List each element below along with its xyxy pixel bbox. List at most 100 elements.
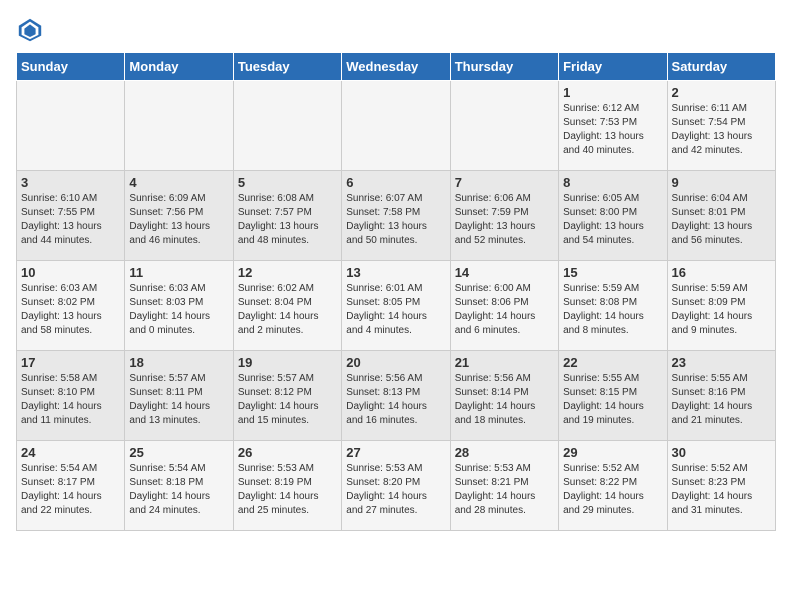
cell-info: Sunrise: 5:55 AM Sunset: 8:15 PM Dayligh… [563, 372, 662, 428]
cell-info: Sunrise: 6:03 AM Sunset: 8:03 PM Dayligh… [129, 282, 228, 338]
calendar-cell: 22 Sunrise: 5:55 AM Sunset: 8:15 PM Dayli… [559, 351, 667, 441]
day-number: 9 [672, 175, 771, 190]
calendar-cell: 23 Sunrise: 5:55 AM Sunset: 8:16 PM Dayli… [667, 351, 775, 441]
logo [16, 16, 48, 44]
calendar-body: 1 Sunrise: 6:12 AM Sunset: 7:53 PM Daylig… [17, 81, 776, 531]
calendar-cell: 21 Sunrise: 5:56 AM Sunset: 8:14 PM Dayli… [450, 351, 558, 441]
cell-info: Sunrise: 6:03 AM Sunset: 8:02 PM Dayligh… [21, 282, 120, 338]
day-number: 8 [563, 175, 662, 190]
cell-info: Sunrise: 6:10 AM Sunset: 7:55 PM Dayligh… [21, 192, 120, 248]
calendar-cell: 3 Sunrise: 6:10 AM Sunset: 7:55 PM Daylig… [17, 171, 125, 261]
weekday-header: Sunday [17, 53, 125, 81]
logo-icon [16, 16, 44, 44]
calendar-cell: 18 Sunrise: 5:57 AM Sunset: 8:11 PM Dayli… [125, 351, 233, 441]
day-number: 21 [455, 355, 554, 370]
calendar-cell: 26Sunrise: 5:53 AM Sunset: 8:19 PM Dayli… [233, 441, 341, 531]
cell-info: Sunrise: 6:01 AM Sunset: 8:05 PM Dayligh… [346, 282, 445, 338]
cell-info: Sunrise: 5:58 AM Sunset: 8:10 PM Dayligh… [21, 372, 120, 428]
cell-info: Sunrise: 5:59 AM Sunset: 8:08 PM Dayligh… [563, 282, 662, 338]
day-number: 1 [563, 85, 662, 100]
calendar-cell: 7 Sunrise: 6:06 AM Sunset: 7:59 PM Daylig… [450, 171, 558, 261]
weekday-row: SundayMondayTuesdayWednesdayThursdayFrid… [17, 53, 776, 81]
day-number: 26 [238, 445, 337, 460]
calendar-cell: 24 Sunrise: 5:54 AM Sunset: 8:17 PM Dayli… [17, 441, 125, 531]
cell-info: Sunrise: 5:53 AM Sunset: 8:21 PM Dayligh… [455, 462, 554, 518]
day-number: 18 [129, 355, 228, 370]
cell-info: Sunrise: 6:05 AM Sunset: 8:00 PM Dayligh… [563, 192, 662, 248]
calendar-cell: 14Sunrise: 6:00 AM Sunset: 8:06 PM Dayli… [450, 261, 558, 351]
cell-info: Sunrise: 5:54 AM Sunset: 8:17 PM Dayligh… [21, 462, 120, 518]
calendar-cell: 19 Sunrise: 5:57 AM Sunset: 8:12 PM Dayli… [233, 351, 341, 441]
calendar-cell: 6 Sunrise: 6:07 AM Sunset: 7:58 PM Daylig… [342, 171, 450, 261]
calendar-cell: 20 Sunrise: 5:56 AM Sunset: 8:13 PM Dayli… [342, 351, 450, 441]
cell-info: Sunrise: 6:00 AM Sunset: 8:06 PM Dayligh… [455, 282, 554, 338]
day-number: 10 [21, 265, 120, 280]
day-number: 23 [672, 355, 771, 370]
calendar-cell: 17 Sunrise: 5:58 AM Sunset: 8:10 PM Dayli… [17, 351, 125, 441]
day-number: 12 [238, 265, 337, 280]
weekday-header: Saturday [667, 53, 775, 81]
day-number: 3 [21, 175, 120, 190]
calendar-cell: 27 Sunrise: 5:53 AM Sunset: 8:20 PM Dayli… [342, 441, 450, 531]
day-number: 20 [346, 355, 445, 370]
calendar-cell: 8 Sunrise: 6:05 AM Sunset: 8:00 PM Daylig… [559, 171, 667, 261]
calendar-cell [342, 81, 450, 171]
cell-info: Sunrise: 6:04 AM Sunset: 8:01 PM Dayligh… [672, 192, 771, 248]
day-number: 11 [129, 265, 228, 280]
day-number: 28 [455, 445, 554, 460]
cell-info: Sunrise: 5:57 AM Sunset: 8:12 PM Dayligh… [238, 372, 337, 428]
day-number: 6 [346, 175, 445, 190]
day-number: 30 [672, 445, 771, 460]
calendar-week-row: 10 Sunrise: 6:03 AM Sunset: 8:02 PM Dayli… [17, 261, 776, 351]
cell-info: Sunrise: 6:12 AM Sunset: 7:53 PM Dayligh… [563, 102, 662, 158]
day-number: 15 [563, 265, 662, 280]
weekday-header: Monday [125, 53, 233, 81]
weekday-header: Friday [559, 53, 667, 81]
cell-info: Sunrise: 5:55 AM Sunset: 8:16 PM Dayligh… [672, 372, 771, 428]
day-number: 16 [672, 265, 771, 280]
calendar-cell: 16 Sunrise: 5:59 AM Sunset: 8:09 PM Dayli… [667, 261, 775, 351]
day-number: 19 [238, 355, 337, 370]
calendar-header: SundayMondayTuesdayWednesdayThursdayFrid… [17, 53, 776, 81]
calendar-cell [233, 81, 341, 171]
calendar-cell [125, 81, 233, 171]
calendar-cell: 30Sunrise: 5:52 AM Sunset: 8:23 PM Dayli… [667, 441, 775, 531]
day-number: 4 [129, 175, 228, 190]
day-number: 7 [455, 175, 554, 190]
calendar-cell: 15 Sunrise: 5:59 AM Sunset: 8:08 PM Dayli… [559, 261, 667, 351]
cell-info: Sunrise: 5:54 AM Sunset: 8:18 PM Dayligh… [129, 462, 228, 518]
cell-info: Sunrise: 6:07 AM Sunset: 7:58 PM Dayligh… [346, 192, 445, 248]
cell-info: Sunrise: 5:56 AM Sunset: 8:14 PM Dayligh… [455, 372, 554, 428]
calendar-cell: 9 Sunrise: 6:04 AM Sunset: 8:01 PM Daylig… [667, 171, 775, 261]
cell-info: Sunrise: 5:53 AM Sunset: 8:20 PM Dayligh… [346, 462, 445, 518]
day-number: 22 [563, 355, 662, 370]
calendar-cell: 25Sunrise: 5:54 AM Sunset: 8:18 PM Dayli… [125, 441, 233, 531]
day-number: 17 [21, 355, 120, 370]
day-number: 24 [21, 445, 120, 460]
day-number: 27 [346, 445, 445, 460]
day-number: 29 [563, 445, 662, 460]
cell-info: Sunrise: 6:11 AM Sunset: 7:54 PM Dayligh… [672, 102, 771, 158]
calendar-cell: 1 Sunrise: 6:12 AM Sunset: 7:53 PM Daylig… [559, 81, 667, 171]
calendar-cell [450, 81, 558, 171]
calendar-cell: 28 Sunrise: 5:53 AM Sunset: 8:21 PM Dayli… [450, 441, 558, 531]
weekday-header: Thursday [450, 53, 558, 81]
cell-info: Sunrise: 5:56 AM Sunset: 8:13 PM Dayligh… [346, 372, 445, 428]
cell-info: Sunrise: 5:52 AM Sunset: 8:22 PM Dayligh… [563, 462, 662, 518]
weekday-header: Wednesday [342, 53, 450, 81]
calendar-table: SundayMondayTuesdayWednesdayThursdayFrid… [16, 52, 776, 531]
calendar-cell [17, 81, 125, 171]
calendar-cell: 29 Sunrise: 5:52 AM Sunset: 8:22 PM Dayli… [559, 441, 667, 531]
day-number: 5 [238, 175, 337, 190]
cell-info: Sunrise: 6:06 AM Sunset: 7:59 PM Dayligh… [455, 192, 554, 248]
cell-info: Sunrise: 6:08 AM Sunset: 7:57 PM Dayligh… [238, 192, 337, 248]
calendar-week-row: 17 Sunrise: 5:58 AM Sunset: 8:10 PM Dayli… [17, 351, 776, 441]
calendar-cell: 13Sunrise: 6:01 AM Sunset: 8:05 PM Dayli… [342, 261, 450, 351]
cell-info: Sunrise: 5:59 AM Sunset: 8:09 PM Dayligh… [672, 282, 771, 338]
cell-info: Sunrise: 5:57 AM Sunset: 8:11 PM Dayligh… [129, 372, 228, 428]
calendar-cell: 10 Sunrise: 6:03 AM Sunset: 8:02 PM Dayli… [17, 261, 125, 351]
calendar-cell: 5 Sunrise: 6:08 AM Sunset: 7:57 PM Daylig… [233, 171, 341, 261]
weekday-header: Tuesday [233, 53, 341, 81]
cell-info: Sunrise: 6:09 AM Sunset: 7:56 PM Dayligh… [129, 192, 228, 248]
cell-info: Sunrise: 6:02 AM Sunset: 8:04 PM Dayligh… [238, 282, 337, 338]
